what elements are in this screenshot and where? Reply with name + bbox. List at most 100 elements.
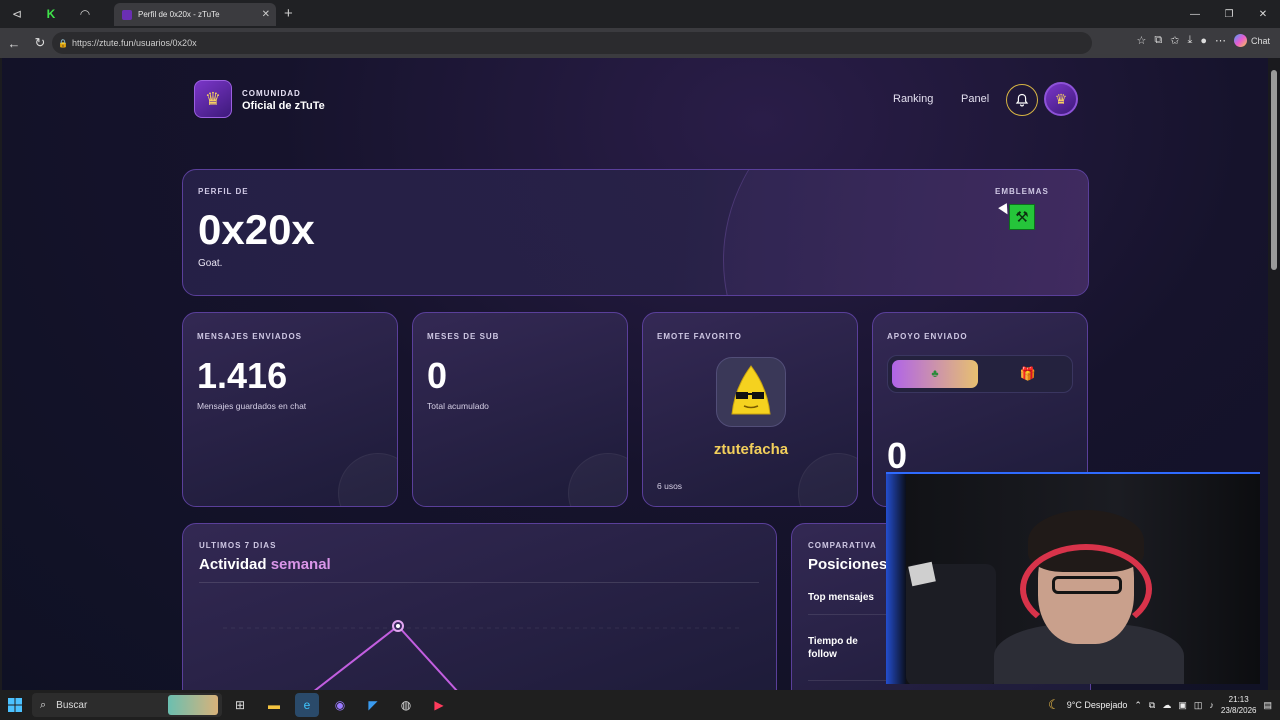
discord-icon[interactable]: ◉ xyxy=(328,693,352,717)
windows-taskbar: ⌕ Buscar ⊞ ▬ e ◉ ◤ ◍ ▶ ☾ 9°C Despejado ⌃… xyxy=(0,690,1280,720)
nav-panel[interactable]: Panel xyxy=(961,93,989,105)
restore-icon[interactable]: ❐ xyxy=(1212,0,1246,28)
notifications-icon[interactable]: ▤ xyxy=(1263,700,1272,711)
tray-icon-3[interactable]: ▣ xyxy=(1178,700,1187,711)
copilot-icon xyxy=(1233,34,1247,47)
positions-row-follow-time: Tiempo de follow xyxy=(808,636,858,660)
search-highlight-image xyxy=(168,695,218,715)
user-avatar[interactable]: ♛ xyxy=(1044,82,1078,116)
window-controls: — ❐ ✕ xyxy=(1178,0,1280,28)
taskbar-search[interactable]: ⌕ Buscar xyxy=(32,693,222,717)
emote-label: EMOTE FAVORITO xyxy=(657,332,742,341)
favorite-star-icon[interactable]: ☆ xyxy=(1137,34,1147,47)
tray-icon-1[interactable]: ⧉ xyxy=(1149,700,1155,711)
copilot-chat-button[interactable]: Chat xyxy=(1233,34,1270,47)
edge-icon[interactable]: e xyxy=(295,693,319,717)
close-tab-icon[interactable]: ✕ xyxy=(262,9,270,20)
activity-point-core xyxy=(396,624,400,628)
community-logo[interactable]: ♛ xyxy=(194,80,232,118)
clock[interactable]: 21:13 23/8/2026 xyxy=(1221,694,1257,716)
task-view-icon[interactable]: ⊞ xyxy=(228,693,252,717)
positions-label: COMPARATIVA xyxy=(808,541,877,550)
page-scrollbar[interactable] xyxy=(1268,58,1280,690)
url-field[interactable]: 🔒 https://ztute.fun/usuarios/0x20x xyxy=(52,32,1092,54)
messages-value: 1.416 xyxy=(197,355,288,396)
messages-card: MENSAJES ENVIADOS 1.416 Mensajes guardad… xyxy=(182,312,398,507)
activity-title: Actividad semanal xyxy=(199,556,331,573)
profile-card: PERFIL DE 0x20x Goat. EMBLEMAS ⚒ xyxy=(182,169,1089,296)
decorative-blob xyxy=(798,453,857,506)
tray-overflow-icon[interactable]: ⌃ xyxy=(1134,700,1142,711)
sub-months-label: MESES DE SUB xyxy=(427,332,500,341)
activity-line-chart xyxy=(223,620,743,690)
decorative-blob xyxy=(338,453,397,506)
divider xyxy=(199,582,759,583)
media-player-icon[interactable]: ▶ xyxy=(427,693,451,717)
emote-uses: 6 usos xyxy=(657,481,683,491)
community-label: COMUNIDAD xyxy=(242,89,301,98)
minimize-icon[interactable]: — xyxy=(1178,0,1212,28)
address-bar-row: ← ↻ 🔒 https://ztute.fun/usuarios/0x20x ☆… xyxy=(0,28,1280,58)
volume-icon[interactable]: ♪ xyxy=(1209,700,1214,710)
support-label: APOYO ENVIADO xyxy=(887,332,968,341)
weather-moon-icon: ☾ xyxy=(1048,697,1060,712)
windows-start-icon[interactable] xyxy=(0,690,30,720)
back-icon[interactable]: ← xyxy=(2,31,26,55)
sub-months-value: 0 xyxy=(427,355,448,396)
profile-icon[interactable]: ● xyxy=(1200,35,1207,47)
nav-ranking[interactable]: Ranking xyxy=(893,93,933,105)
favorite-emote-card: EMOTE FAVORITO ztutefacha 6 usos xyxy=(642,312,858,507)
notifications-bell-icon[interactable] xyxy=(1006,84,1038,116)
tab-icon-2[interactable]: ◠ xyxy=(68,0,102,28)
messages-sub: Mensajes guardados en chat xyxy=(197,401,307,411)
favorites-icon[interactable]: ✩ xyxy=(1170,34,1179,47)
sidebar-toggle-icon[interactable]: ⊲ xyxy=(0,0,34,28)
decorative-blob xyxy=(568,453,627,506)
network-icon[interactable]: ◫ xyxy=(1194,700,1203,711)
clock-date: 23/8/2026 xyxy=(1220,706,1257,715)
weekly-activity-card: ULTIMOS 7 DIAS Actividad semanal xyxy=(182,523,777,690)
tab-favicon-icon xyxy=(122,9,132,20)
community-name: Oficial de zTuTe xyxy=(242,100,325,112)
webcam-overlay xyxy=(886,472,1260,684)
positions-row-top-messages: Top mensajes xyxy=(808,592,874,603)
sub-months-sub: Total acumulado xyxy=(427,401,489,411)
search-icon: ⌕ xyxy=(40,698,47,711)
chat-label: Chat xyxy=(1250,35,1270,46)
hammer-badge-icon[interactable]: ⚒ xyxy=(1009,204,1035,230)
profile-bio: Goat. xyxy=(198,258,223,269)
close-window-icon[interactable]: ✕ xyxy=(1246,0,1280,28)
weather-text[interactable]: 9°C Despejado xyxy=(1067,700,1128,710)
lock-icon: 🔒 xyxy=(58,38,68,48)
new-tab-button[interactable]: + xyxy=(284,5,293,22)
tab-title: Perfil de 0x20x - zTuTe xyxy=(138,10,220,19)
gift-tab-icon[interactable]: 🎁 xyxy=(988,360,1068,388)
messages-label: MENSAJES ENVIADOS xyxy=(197,332,303,341)
badges-label: EMBLEMAS xyxy=(995,187,1049,196)
tray-icon-2[interactable]: ☁ xyxy=(1162,700,1171,711)
kick-tab-icon[interactable]: K xyxy=(34,0,68,28)
reload-icon[interactable]: ↻ xyxy=(28,31,52,55)
browser-tab-bar: ⊲ K ◠ Perfil de 0x20x - zTuTe ✕ + — ❐ ✕ xyxy=(0,0,1280,28)
extensions-icon[interactable]: ⧉ xyxy=(1154,34,1162,47)
activity-title-a: Actividad xyxy=(199,556,271,573)
sub-months-card: MESES DE SUB 0 Total acumulado xyxy=(412,312,628,507)
activity-title-b: semanal xyxy=(270,556,331,573)
clover-tab-icon[interactable]: ♣ xyxy=(892,360,978,388)
scrollbar-thumb[interactable] xyxy=(1271,70,1277,270)
url-text: https://ztute.fun/usuarios/0x20x xyxy=(72,38,197,48)
emote-image xyxy=(716,357,786,427)
obs-icon[interactable]: ◍ xyxy=(394,693,418,717)
download-icon[interactable]: ⤓ xyxy=(1187,34,1192,47)
activity-label: ULTIMOS 7 DIAS xyxy=(199,541,277,550)
profile-username: 0x20x xyxy=(198,206,315,253)
webcam-glasses xyxy=(1052,576,1122,594)
file-explorer-icon[interactable]: ▬ xyxy=(262,693,286,717)
vscode-icon[interactable]: ◤ xyxy=(361,693,385,717)
support-type-toggle: ♣ 🎁 xyxy=(887,355,1073,393)
positions-title: Posiciones xyxy=(808,556,888,573)
search-placeholder: Buscar xyxy=(56,699,88,711)
more-icon[interactable]: ⋯ xyxy=(1215,34,1226,47)
tab-active[interactable]: Perfil de 0x20x - zTuTe ✕ xyxy=(114,3,276,26)
profile-label: PERFIL DE xyxy=(198,187,249,196)
